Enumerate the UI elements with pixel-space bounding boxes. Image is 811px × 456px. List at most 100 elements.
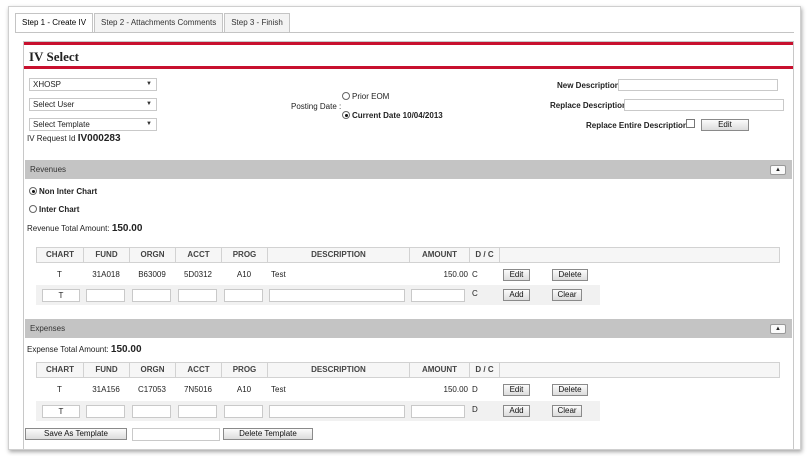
replace-description-label: Replace Description <box>550 101 627 110</box>
revenue-add-button[interactable]: Add <box>503 289 530 301</box>
user-select[interactable]: Select User ▼ <box>29 98 157 111</box>
posting-date-label: Posting Date : <box>291 102 342 111</box>
new-description-input[interactable] <box>618 79 778 91</box>
col-amount: AMOUNT <box>410 248 470 262</box>
prior-eom-option[interactable]: Prior EOM <box>342 92 389 101</box>
expense-total-label: Expense Total Amount: <box>27 345 109 354</box>
col-fund: FUND <box>84 363 130 377</box>
new-prog-input[interactable] <box>224 289 263 302</box>
template-name-input[interactable] <box>132 428 220 441</box>
new-fund-input[interactable] <box>86 405 125 418</box>
inter-chart-radio[interactable] <box>29 205 37 213</box>
prior-eom-radio[interactable] <box>342 92 350 100</box>
new-prog-input[interactable] <box>224 405 263 418</box>
user-select-value: Select User <box>33 100 75 109</box>
revenue-total-value: 150.00 <box>111 223 143 234</box>
request-id-label: IV Request Id <box>27 134 76 143</box>
cell-amount: 150.00 <box>443 385 468 394</box>
non-inter-chart-label: Non Inter Chart <box>39 187 98 196</box>
col-orgn: ORGN <box>130 248 176 262</box>
current-date-option[interactable]: Current Date 10/04/2013 <box>342 111 443 120</box>
col-description: DESCRIPTION <box>268 363 410 377</box>
tab-step-2[interactable]: Step 2 - Attachments Comments <box>94 13 224 32</box>
col-acct: ACCT <box>176 248 222 262</box>
new-amount-input[interactable] <box>411 289 465 302</box>
new-orgn-input[interactable] <box>132 405 171 418</box>
cell-acct: 7N5016 <box>183 385 213 394</box>
col-prog: PROG <box>222 248 268 262</box>
expense-table-header: CHART FUND ORGN ACCT PROG DESCRIPTION AM… <box>36 362 780 378</box>
collapse-up-icon[interactable]: ▲ <box>770 324 786 334</box>
replace-entire-checkbox[interactable] <box>686 119 695 128</box>
cell-prog: A10 <box>236 270 252 279</box>
expense-total: Expense Total Amount: 150.00 <box>27 344 142 355</box>
expense-total-value: 150.00 <box>110 344 142 355</box>
new-chart-input[interactable]: T <box>42 289 80 302</box>
tab-step-3[interactable]: Step 3 - Finish <box>224 13 290 32</box>
revenue-table-header: CHART FUND ORGN ACCT PROG DESCRIPTION AM… <box>36 247 780 263</box>
cell-chart: T <box>57 270 62 279</box>
cell-orgn: C17053 <box>137 385 167 394</box>
new-dc-value: D <box>472 405 478 414</box>
org-select[interactable]: XHOSP ▼ <box>29 78 157 91</box>
chevron-down-icon: ▼ <box>146 81 152 87</box>
col-orgn: ORGN <box>130 363 176 377</box>
cell-description: Test <box>271 270 286 279</box>
col-amount: AMOUNT <box>410 363 470 377</box>
replace-entire-label: Replace Entire Description <box>586 121 688 130</box>
tab-divider <box>15 32 794 33</box>
prior-eom-label: Prior EOM <box>352 92 390 101</box>
col-description: DESCRIPTION <box>268 248 410 262</box>
new-orgn-input[interactable] <box>132 289 171 302</box>
col-acct: ACCT <box>176 363 222 377</box>
new-fund-input[interactable] <box>86 289 125 302</box>
expense-edit-button[interactable]: Edit <box>503 384 530 396</box>
template-select-value: Select Template <box>33 120 90 129</box>
replace-description-input[interactable] <box>624 99 784 111</box>
tab-step-1[interactable]: Step 1 - Create IV <box>15 13 94 32</box>
panel-top-rule <box>24 42 793 45</box>
col-chart: CHART <box>37 248 84 262</box>
request-id: IV Request Id IV000283 <box>27 133 121 144</box>
cell-orgn: B63009 <box>138 270 166 279</box>
new-dc-value: C <box>472 289 478 298</box>
expenses-title: Expenses <box>30 324 66 333</box>
cell-fund: 31A156 <box>92 385 120 394</box>
revenues-section-bar: Revenues ▲ <box>25 160 792 179</box>
save-as-template-button[interactable]: Save As Template <box>25 428 127 440</box>
new-acct-input[interactable] <box>178 289 217 302</box>
collapse-up-icon[interactable]: ▲ <box>770 165 786 175</box>
col-fund: FUND <box>84 248 130 262</box>
description-edit-button[interactable]: Edit <box>701 119 749 131</box>
new-acct-input[interactable] <box>178 405 217 418</box>
expense-delete-button[interactable]: Delete <box>552 384 588 396</box>
chevron-down-icon: ▼ <box>146 101 152 107</box>
cell-chart: T <box>57 385 62 394</box>
new-description-label: New Description <box>557 81 620 90</box>
cell-prog: A10 <box>236 385 252 394</box>
non-inter-chart-option[interactable]: Non Inter Chart <box>29 187 97 196</box>
revenue-total: Revenue Total Amount: 150.00 <box>27 223 142 234</box>
delete-template-button[interactable]: Delete Template <box>223 428 313 440</box>
inter-chart-label: Inter Chart <box>39 205 80 214</box>
current-date-label: Current Date 10/04/2013 <box>352 111 443 120</box>
new-amount-input[interactable] <box>411 405 465 418</box>
current-date-radio[interactable] <box>342 111 350 119</box>
expense-add-button[interactable]: Add <box>503 405 530 417</box>
revenue-delete-button[interactable]: Delete <box>552 269 588 281</box>
non-inter-chart-radio[interactable] <box>29 187 37 195</box>
new-description-input[interactable] <box>269 289 405 302</box>
template-select[interactable]: Select Template ▼ <box>29 118 157 131</box>
panel-title: IV Select <box>29 49 79 64</box>
new-chart-input[interactable]: T <box>42 405 80 418</box>
expense-clear-button[interactable]: Clear <box>552 405 582 417</box>
cell-dc: D <box>472 385 478 394</box>
inter-chart-option[interactable]: Inter Chart <box>29 205 79 214</box>
cell-description: Test <box>271 385 286 394</box>
chevron-down-icon: ▼ <box>146 121 152 127</box>
revenue-edit-button[interactable]: Edit <box>503 269 530 281</box>
request-id-value: IV000283 <box>77 133 121 144</box>
cell-dc: C <box>472 270 478 279</box>
revenue-clear-button[interactable]: Clear <box>552 289 582 301</box>
new-description-input[interactable] <box>269 405 405 418</box>
